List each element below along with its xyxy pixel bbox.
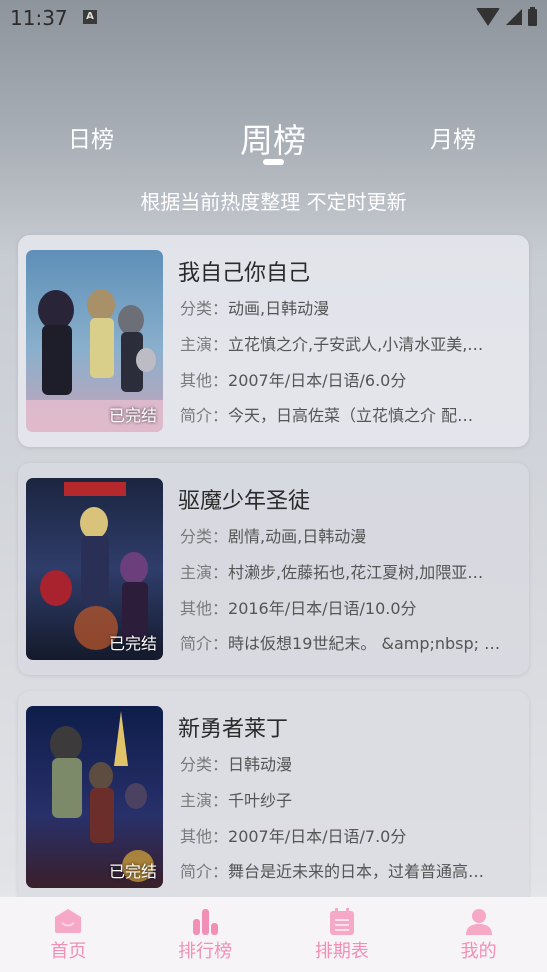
cast-value: 立花慎之介,子安武人,小清水亚美,… [228,335,484,354]
notification-icon: A [83,10,97,24]
battery-icon [528,6,537,26]
signal-icon [506,9,522,25]
intro-label: 简介： [180,634,229,653]
status-badge: 已完结 [108,862,157,881]
category-value: 日韩动漫 [228,755,293,774]
cast-label: 主演： [180,563,229,582]
anime-poster: 已完结 [26,706,163,888]
other-value: 2007年/日本/日语/6.0分 [228,371,407,390]
nav-home-label: 首页 [50,941,87,962]
other-value: 2007年/日本/日语/7.0分 [228,827,407,846]
anime-card[interactable]: 已完结 驱魔少年圣徒 分类：剧情,动画,日韩动漫 主演：村濑步,佐藤拓也,花江夏… [18,463,529,675]
schedule-icon [327,907,357,941]
intro-value: 今天，日高佐菜（立花慎之介 配… [228,406,474,425]
status-time: 11:37 [10,6,68,30]
cast-value: 千叶纱子 [228,791,293,810]
cast-line: 主演：村濑步,佐藤拓也,花江夏树,加隈亚… [180,559,520,583]
nav-ranking[interactable]: 排行榜 [137,897,274,972]
nav-profile[interactable]: 我的 [410,897,547,972]
category-line: 分类：日韩动漫 [180,751,520,775]
anime-title: 新勇者莱丁 [178,717,289,742]
tab-monthly[interactable]: 月榜 [430,120,476,154]
wifi-icon [476,8,500,26]
category-value: 剧情,动画,日韩动漫 [228,527,367,546]
anime-title: 驱魔少年圣徒 [178,489,311,514]
anime-title: 我自己你自己 [178,261,311,286]
other-value: 2016年/日本/日语/10.0分 [228,599,417,618]
category-line: 分类：剧情,动画,日韩动漫 [180,523,520,547]
intro-line: 简介：時は仮想19世紀末。 &amp;nbsp; … [180,630,520,654]
other-line: 其他：2007年/日本/日语/7.0分 [180,823,520,847]
intro-line: 简介：舞台是近未来的日本，过着普通高… [180,858,520,882]
category-line: 分类：动画,日韩动漫 [180,295,520,319]
nav-ranking-label: 排行榜 [178,941,233,962]
cast-label: 主演： [180,335,229,354]
tab-weekly[interactable]: 周榜 [240,114,306,162]
other-label: 其他： [180,827,229,846]
cast-label: 主演： [180,791,229,810]
status-icons [476,6,537,26]
active-tab-indicator [263,159,284,165]
tab-daily[interactable]: 日榜 [68,120,114,154]
cast-line: 主演：千叶纱子 [180,787,520,811]
category-label: 分类： [180,299,229,318]
nav-schedule[interactable]: 排期表 [274,897,411,972]
home-icon [53,907,83,939]
ranking-icon [190,907,220,941]
cast-line: 主演：立花慎之介,子安武人,小清水亚美,… [180,331,520,355]
profile-icon [464,907,494,941]
intro-value: 舞台是近未来的日本，过着普通高… [228,862,485,881]
nav-home[interactable]: 首页 [0,897,137,972]
anime-poster: 已完结 [26,250,163,432]
category-value: 动画,日韩动漫 [228,299,330,318]
bottom-nav: 首页 排行榜 排期表 我的 [0,897,547,972]
other-label: 其他： [180,371,229,390]
category-label: 分类： [180,755,229,774]
category-label: 分类： [180,527,229,546]
intro-label: 简介： [180,406,229,425]
status-bar: 11:37 A [0,0,547,36]
other-line: 其他：2007年/日本/日语/6.0分 [180,367,520,391]
anime-poster: 已完结 [26,478,163,660]
intro-label: 简介： [180,862,229,881]
status-badge: 已完结 [108,634,157,653]
anime-card[interactable]: 已完结 我自己你自己 分类：动画,日韩动漫 主演：立花慎之介,子安武人,小清水亚… [18,235,529,447]
other-line: 其他：2016年/日本/日语/10.0分 [180,595,520,619]
intro-line: 简介：今天，日高佐菜（立花慎之介 配… [180,402,520,426]
nav-schedule-label: 排期表 [314,941,369,962]
intro-value: 時は仮想19世紀末。 &amp;nbsp; … [228,634,501,653]
nav-profile-label: 我的 [460,941,497,962]
other-label: 其他： [180,599,229,618]
anime-card[interactable]: 已完结 新勇者莱丁 分类：日韩动漫 主演：千叶纱子 其他：2007年/日本/日语… [18,691,529,903]
cast-value: 村濑步,佐藤拓也,花江夏树,加隈亚… [228,563,484,582]
status-badge: 已完结 [108,406,157,425]
ranking-subtitle: 根据当前热度整理 不定时更新 [140,190,407,214]
